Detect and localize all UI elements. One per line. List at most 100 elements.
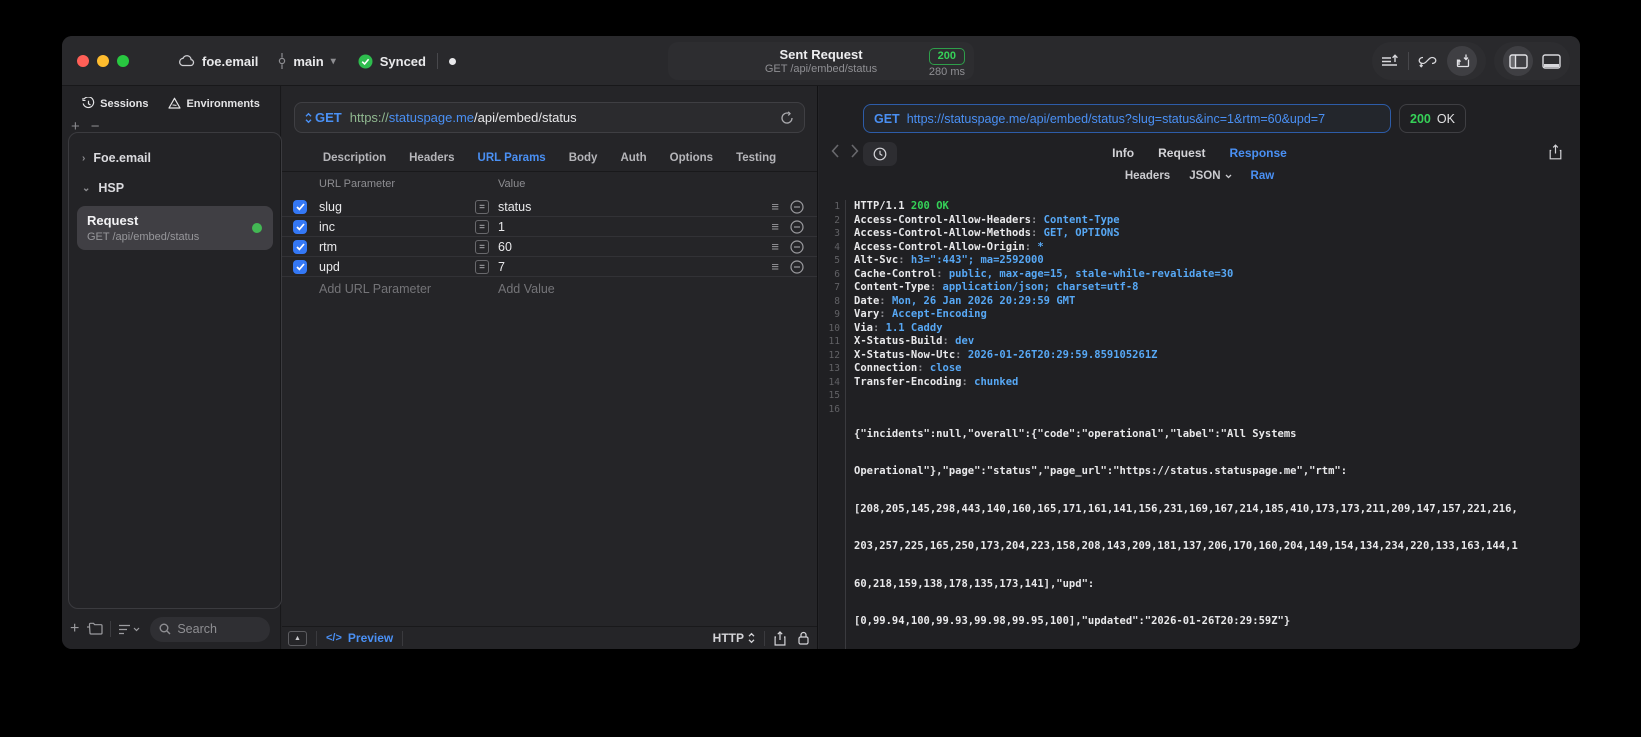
preview-button[interactable]: </> Preview: [326, 631, 393, 645]
row-options-icon[interactable]: ≡: [771, 220, 779, 234]
sort-list-button[interactable]: [118, 624, 140, 635]
chevron-down-icon: [1225, 174, 1231, 178]
tab-url-params[interactable]: URL Params: [478, 152, 546, 164]
tab-environments[interactable]: Environments: [168, 97, 260, 110]
zoom-window-button[interactable]: [117, 55, 129, 67]
tab-options[interactable]: Options: [670, 152, 713, 164]
request-url-bar[interactable]: GET https://statuspage.me/api/embed/stat…: [294, 102, 805, 133]
url-scheme: https://: [349, 110, 389, 125]
url-path: /api/embed/status: [474, 110, 577, 125]
add-value-placeholder[interactable]: Add Value: [498, 282, 555, 296]
titlebar: foe.email main ▾ Synced Sent Request GET…: [62, 36, 1580, 86]
method-select[interactable]: GET: [305, 110, 342, 125]
project-cluster: foe.email main ▾ Synced: [178, 36, 456, 86]
tab-sessions[interactable]: Sessions: [82, 97, 148, 110]
tab-headers[interactable]: Headers: [409, 152, 454, 164]
subtab-raw[interactable]: Raw: [1251, 170, 1275, 182]
refresh-icon[interactable]: [780, 110, 794, 125]
loop-sync-icon[interactable]: [1418, 54, 1438, 69]
add-param-row[interactable]: Add URL Parameter Add Value: [282, 279, 817, 299]
export-response-icon[interactable]: [1549, 144, 1562, 160]
response-header-line: 2 Access-Control-Allow-Headers: Content-…: [819, 213, 1580, 227]
response-raw-view[interactable]: 1 HTTP/1.1 200 OK 2 Access-Control-Allow…: [819, 194, 1580, 649]
tree-group-label: Foe.email: [93, 151, 152, 165]
response-status-badge: 200 OK: [1399, 104, 1466, 133]
sidebar-request-item[interactable]: Request GET /api/embed/status: [77, 206, 273, 250]
tree-group-foe-email[interactable]: › Foe.email: [69, 143, 281, 173]
tab-auth[interactable]: Auth: [620, 152, 646, 164]
tab-testing[interactable]: Testing: [736, 152, 776, 164]
chevron-right-icon[interactable]: ›: [82, 153, 85, 164]
lock-icon[interactable]: [798, 631, 809, 645]
url-host: statuspage.me: [388, 110, 475, 125]
remove-row-icon[interactable]: [790, 220, 804, 234]
param-enabled-checkbox[interactable]: [293, 220, 307, 234]
collapse-panel-button[interactable]: ▲: [288, 630, 307, 646]
divider: [1408, 52, 1409, 70]
share-icon[interactable]: [774, 630, 786, 646]
row-options-icon[interactable]: ≡: [771, 260, 779, 274]
response-status-line: 1 HTTP/1.1 200 OK: [819, 200, 1580, 214]
param-enabled-checkbox[interactable]: [293, 200, 307, 214]
param-name-field[interactable]: inc: [319, 220, 335, 234]
param-name-field[interactable]: rtm: [319, 240, 337, 254]
toggle-bottom-panel-button[interactable]: [1542, 53, 1561, 69]
row-options-icon[interactable]: ≡: [771, 240, 779, 254]
protocol-label: HTTP: [712, 631, 744, 645]
param-value-field[interactable]: status: [498, 200, 531, 214]
tab-info[interactable]: Info: [1112, 146, 1134, 160]
param-name-field[interactable]: upd: [319, 260, 340, 274]
request-item-subtitle: GET /api/embed/status: [87, 231, 200, 243]
project-name[interactable]: foe.email: [202, 54, 258, 69]
sent-request-subtitle: GET /api/embed/status: [764, 63, 878, 75]
request-editor-footer: ▲ </> Preview HTTP: [282, 626, 817, 649]
param-value-field[interactable]: 7: [498, 260, 505, 274]
protocol-select[interactable]: HTTP: [713, 631, 755, 645]
search-input[interactable]: Search: [150, 616, 270, 642]
request-editor-pane: GET https://statuspage.me/api/embed/stat…: [282, 86, 818, 649]
request-list-export-icon[interactable]: [1381, 53, 1399, 69]
status-code: 200: [1410, 111, 1431, 126]
import-export-button[interactable]: [1447, 46, 1477, 76]
chevron-down-icon[interactable]: ▾: [331, 56, 336, 67]
remove-row-icon[interactable]: [790, 260, 804, 274]
param-value-field[interactable]: 1: [498, 220, 505, 234]
tab-description[interactable]: Description: [323, 152, 386, 164]
param-row-slug[interactable]: slug = status ≡: [282, 197, 817, 217]
new-folder-button[interactable]: [86, 622, 103, 636]
param-value-field[interactable]: 60: [498, 240, 512, 254]
param-enabled-checkbox[interactable]: [293, 240, 307, 254]
subtab-headers[interactable]: Headers: [1125, 170, 1170, 182]
param-name-field[interactable]: slug: [319, 200, 342, 214]
tab-body[interactable]: Body: [569, 152, 598, 164]
row-options-icon[interactable]: ≡: [771, 200, 779, 214]
param-row-upd[interactable]: upd = 7 ≡: [282, 257, 817, 277]
sync-status[interactable]: Synced: [380, 54, 426, 69]
tab-request[interactable]: Request: [1158, 146, 1205, 160]
chevron-down-icon[interactable]: ⌄: [82, 183, 90, 194]
param-enabled-checkbox[interactable]: [293, 260, 307, 274]
remove-row-icon[interactable]: [790, 240, 804, 254]
search-icon: [159, 623, 171, 635]
sent-request-summary[interactable]: Sent Request GET /api/embed/status 200 2…: [668, 42, 974, 80]
sidebar: Sessions Environments + − › Foe.email ⌄ …: [62, 86, 282, 649]
branch-name[interactable]: main: [293, 54, 323, 69]
remove-row-icon[interactable]: [790, 200, 804, 214]
response-header-line: 4 Access-Control-Allow-Origin: *: [819, 240, 1580, 254]
param-row-rtm[interactable]: rtm = 60 ≡: [282, 237, 817, 257]
tree-group-hsp[interactable]: ⌄ HSP: [69, 173, 281, 203]
tab-response[interactable]: Response: [1229, 146, 1286, 160]
response-body: 16 {"incidents":null,"overall":{"code":"…: [819, 402, 1580, 649]
subtab-json-select[interactable]: JSON: [1189, 170, 1231, 182]
add-param-placeholder[interactable]: Add URL Parameter: [319, 282, 431, 296]
request-duration: 280 ms: [928, 66, 965, 78]
close-window-button[interactable]: [77, 55, 89, 67]
param-row-inc[interactable]: inc = 1 ≡: [282, 217, 817, 237]
sync-check-icon: [358, 54, 373, 69]
toggle-left-panel-button[interactable]: [1503, 46, 1533, 76]
divider: [402, 630, 404, 646]
response-url-bar[interactable]: GET https://statuspage.me/api/embed/stat…: [863, 104, 1391, 133]
add-request-button[interactable]: +: [70, 621, 79, 637]
minimize-window-button[interactable]: [97, 55, 109, 67]
response-viewer-pane: GET https://statuspage.me/api/embed/stat…: [819, 86, 1580, 649]
